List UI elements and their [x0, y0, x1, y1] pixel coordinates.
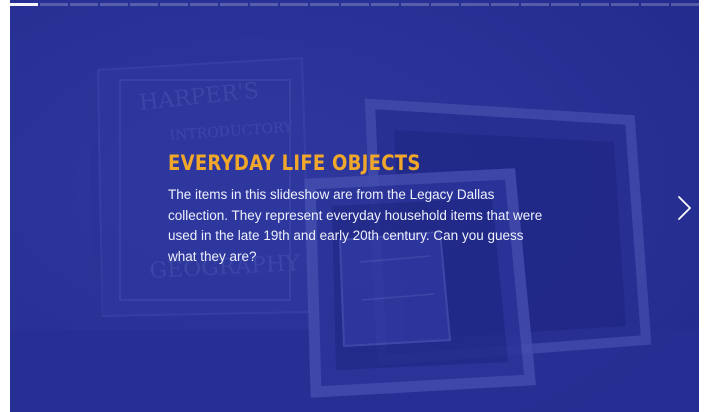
- progress-segment[interactable]: [430, 3, 459, 6]
- page: HARPER'S INTRODUCTORY GEOGRAPHY EVERYDAY…: [0, 0, 704, 412]
- progress-segment[interactable]: [250, 3, 279, 6]
- progress-segment[interactable]: [100, 3, 129, 6]
- progress-segment[interactable]: [640, 3, 670, 6]
- next-slide-button[interactable]: [675, 195, 693, 221]
- progress-segment[interactable]: [370, 3, 399, 6]
- chevron-right-icon: [678, 196, 691, 220]
- progress-segment[interactable]: [520, 3, 549, 6]
- progress-segment[interactable]: [310, 3, 339, 6]
- progress-segment[interactable]: [280, 3, 309, 6]
- progress-segment[interactable]: [671, 3, 699, 6]
- progress-segment-active[interactable]: [10, 3, 39, 6]
- progress-segment[interactable]: [190, 3, 219, 6]
- slideshow: HARPER'S INTRODUCTORY GEOGRAPHY EVERYDAY…: [10, 0, 699, 412]
- progress-segment[interactable]: [400, 3, 429, 6]
- progress-segment[interactable]: [340, 3, 369, 6]
- slide-progress-indicator: [10, 0, 699, 8]
- progress-segment[interactable]: [220, 3, 249, 6]
- progress-segment[interactable]: [130, 3, 159, 6]
- progress-segment[interactable]: [550, 3, 579, 6]
- slide-description: The items in this slideshow are from the…: [168, 187, 543, 264]
- progress-segment[interactable]: [160, 3, 189, 6]
- progress-segment[interactable]: [490, 3, 519, 6]
- progress-segment[interactable]: [460, 3, 489, 6]
- progress-segment[interactable]: [610, 3, 639, 6]
- progress-segment[interactable]: [40, 3, 69, 6]
- progress-segment[interactable]: [580, 3, 609, 6]
- slide-caption: EVERYDAY LIFE OBJECTS The items in this …: [168, 151, 548, 267]
- slide-title: EVERYDAY LIFE OBJECTS: [168, 151, 421, 175]
- progress-segment[interactable]: [70, 3, 99, 6]
